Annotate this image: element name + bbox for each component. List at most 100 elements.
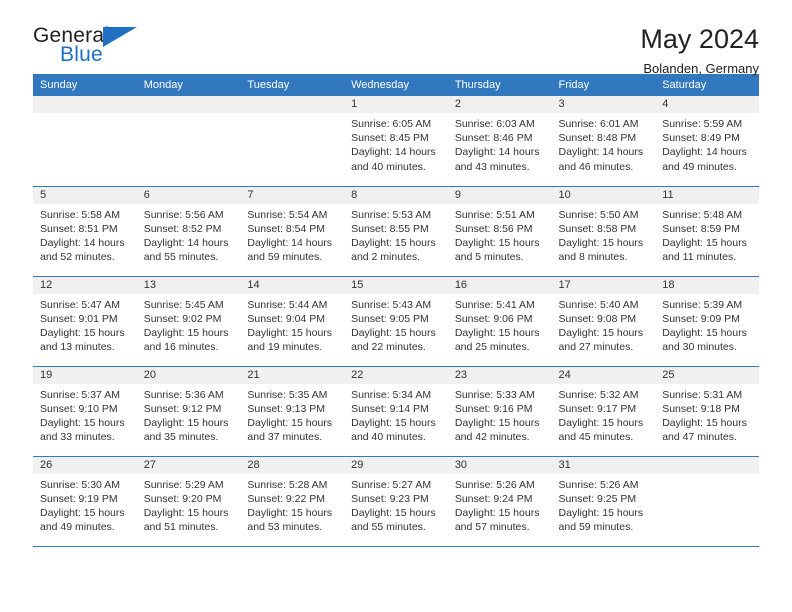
day-cell: 11 Sunrise: 5:48 AM Sunset: 8:59 PM Dayligh… (655, 186, 759, 276)
daylight-text-line1: Daylight: 15 hours (454, 416, 540, 429)
day-sun-info: Sunrise: 5:47 AM Sunset: 9:01 PM Daylight:… (33, 294, 137, 355)
day-number: 11 (655, 186, 759, 204)
daylight-text-line2: and 16 minutes. (143, 341, 219, 354)
general-blue-logo[interactable]: General Blue (33, 24, 153, 70)
sunrise-text: Sunrise: 5:47 AM (40, 298, 120, 311)
calendar-day-cell[interactable]: 3 Sunrise: 6:01 AM Sunset: 8:48 PM Daylight… (551, 96, 656, 187)
sunrise-text: Sunrise: 5:41 AM (454, 298, 535, 311)
calendar-day-cell[interactable]: 4 Sunrise: 5:59 AM Sunset: 8:49 PM Daylight… (655, 96, 759, 187)
page-title: May 2024 (640, 24, 759, 54)
weekday-header-thursday: Thursday (447, 74, 552, 96)
day-cell: 18 Sunrise: 5:39 AM Sunset: 9:09 PM Dayligh… (655, 276, 759, 366)
daylight-text-line2: and 55 minutes. (143, 251, 219, 264)
daylight-text-line1: Daylight: 15 hours (351, 326, 436, 339)
daylight-text-line1: Daylight: 14 hours (351, 146, 436, 159)
daylight-text-line1: Daylight: 15 hours (247, 506, 333, 519)
day-number: 18 (655, 276, 759, 294)
sunrise-text: Sunrise: 5:32 AM (558, 388, 639, 401)
calendar-day-cell[interactable]: 31 Sunrise: 5:26 AM Sunset: 9:25 PM Dayligh… (551, 456, 656, 547)
calendar-day-cell[interactable]: 2 Sunrise: 6:03 AM Sunset: 8:46 PM Daylight… (447, 96, 552, 187)
weekday-header-monday: Monday (136, 74, 241, 96)
calendar-day-cell[interactable]: 14 Sunrise: 5:44 AM Sunset: 9:04 PM Dayligh… (240, 276, 345, 367)
calendar-day-cell[interactable]: 10 Sunrise: 5:50 AM Sunset: 8:58 PM Dayligh… (551, 186, 656, 277)
sunset-text: Sunset: 9:18 PM (662, 402, 740, 415)
calendar-day-cell[interactable]: 25 Sunrise: 5:31 AM Sunset: 9:18 PM Dayligh… (655, 366, 759, 457)
day-cell: 9 Sunrise: 5:51 AM Sunset: 8:56 PM Daylight… (447, 186, 552, 276)
calendar-day-cell[interactable]: 6 Sunrise: 5:56 AM Sunset: 8:52 PM Daylight… (136, 186, 241, 277)
daylight-text-line1: Daylight: 15 hours (558, 236, 644, 249)
daylight-text-line2: and 30 minutes. (662, 341, 737, 354)
calendar-day-cell[interactable]: 1 Sunrise: 6:05 AM Sunset: 8:45 PM Daylight… (344, 96, 448, 187)
calendar-day-cell[interactable]: 24 Sunrise: 5:32 AM Sunset: 9:17 PM Dayligh… (551, 366, 656, 457)
day-cell-empty (33, 96, 137, 186)
calendar-day-cell[interactable]: 5 Sunrise: 5:58 AM Sunset: 8:51 PM Daylight… (33, 186, 137, 277)
sunset-text: Sunset: 9:22 PM (247, 492, 326, 505)
sunset-text: Sunset: 9:08 PM (558, 312, 637, 325)
sunset-text: Sunset: 9:17 PM (558, 402, 637, 415)
weekday-header-wednesday: Wednesday (344, 74, 448, 96)
daylight-text-line2: and 37 minutes. (247, 431, 323, 444)
day-sun-info: Sunrise: 5:30 AM Sunset: 9:19 PM Daylight:… (33, 474, 137, 535)
calendar-day-cell[interactable]: 19 Sunrise: 5:37 AM Sunset: 9:10 PM Dayligh… (33, 366, 137, 457)
sunrise-text: Sunrise: 5:26 AM (454, 478, 535, 491)
day-sun-info: Sunrise: 5:27 AM Sunset: 9:23 PM Daylight:… (344, 474, 448, 535)
calendar-day-cell[interactable]: 30 Sunrise: 5:26 AM Sunset: 9:24 PM Dayligh… (447, 456, 552, 547)
day-sun-info: Sunrise: 5:56 AM Sunset: 8:52 PM Daylight:… (137, 204, 241, 265)
sunrise-text: Sunrise: 5:58 AM (40, 208, 120, 221)
calendar-day-cell[interactable]: 21 Sunrise: 5:35 AM Sunset: 9:13 PM Dayligh… (240, 366, 345, 457)
day-sun-info: Sunrise: 5:32 AM Sunset: 9:17 PM Daylight:… (552, 384, 656, 445)
day-cell: 10 Sunrise: 5:50 AM Sunset: 8:58 PM Dayligh… (551, 186, 656, 276)
day-number: 17 (551, 276, 656, 294)
sunrise-text: Sunrise: 5:44 AM (247, 298, 328, 311)
sunrise-text: Sunrise: 5:28 AM (247, 478, 328, 491)
day-sun-info: Sunrise: 5:34 AM Sunset: 9:14 PM Daylight:… (344, 384, 448, 445)
day-cell: 8 Sunrise: 5:53 AM Sunset: 8:55 PM Daylight… (344, 186, 448, 276)
day-cell: 21 Sunrise: 5:35 AM Sunset: 9:13 PM Dayligh… (240, 366, 345, 456)
calendar-page: General Blue May 2024 Bolanden, Germany … (0, 0, 792, 612)
calendar-day-cell[interactable]: 9 Sunrise: 5:51 AM Sunset: 8:56 PM Daylight… (447, 186, 552, 277)
calendar-day-cell[interactable]: 17 Sunrise: 5:40 AM Sunset: 9:08 PM Dayligh… (551, 276, 656, 367)
day-number: 4 (655, 96, 759, 113)
day-cell: 31 Sunrise: 5:26 AM Sunset: 9:25 PM Dayligh… (551, 456, 656, 546)
daylight-text-line1: Daylight: 15 hours (454, 236, 540, 249)
sunset-text: Sunset: 8:51 PM (40, 222, 118, 235)
calendar-day-cell[interactable]: 16 Sunrise: 5:41 AM Sunset: 9:06 PM Dayligh… (447, 276, 552, 367)
calendar-week-row: 12 Sunrise: 5:47 AM Sunset: 9:01 PM Dayligh… (33, 276, 759, 367)
sunset-text: Sunset: 8:48 PM (558, 132, 637, 145)
sunset-text: Sunset: 9:05 PM (351, 312, 429, 325)
calendar-day-cell[interactable]: 8 Sunrise: 5:53 AM Sunset: 8:55 PM Daylight… (344, 186, 448, 277)
day-sun-info: Sunrise: 5:37 AM Sunset: 9:10 PM Daylight:… (33, 384, 137, 445)
day-sun-info: Sunrise: 5:39 AM Sunset: 9:09 PM Daylight:… (655, 294, 759, 355)
calendar-day-cell[interactable]: 7 Sunrise: 5:54 AM Sunset: 8:54 PM Daylight… (240, 186, 345, 277)
calendar-day-cell[interactable]: 28 Sunrise: 5:28 AM Sunset: 9:22 PM Dayligh… (240, 456, 345, 547)
calendar-day-cell[interactable]: 22 Sunrise: 5:34 AM Sunset: 9:14 PM Dayligh… (344, 366, 448, 457)
calendar-day-cell[interactable]: 12 Sunrise: 5:47 AM Sunset: 9:01 PM Dayligh… (33, 276, 137, 367)
day-sun-info: Sunrise: 5:50 AM Sunset: 8:58 PM Daylight:… (552, 204, 656, 265)
calendar-day-cell[interactable]: 18 Sunrise: 5:39 AM Sunset: 9:09 PM Dayligh… (655, 276, 759, 367)
day-sun-info: Sunrise: 5:45 AM Sunset: 9:02 PM Daylight:… (137, 294, 241, 355)
day-number (655, 456, 759, 474)
day-number: 5 (33, 186, 137, 204)
calendar-day-cell[interactable]: 13 Sunrise: 5:45 AM Sunset: 9:02 PM Dayligh… (136, 276, 241, 367)
calendar-day-cell[interactable]: 29 Sunrise: 5:27 AM Sunset: 9:23 PM Dayligh… (344, 456, 448, 547)
day-cell-empty (240, 96, 345, 186)
calendar-day-cell[interactable]: 15 Sunrise: 5:43 AM Sunset: 9:05 PM Dayligh… (344, 276, 448, 367)
day-sun-info: Sunrise: 5:26 AM Sunset: 9:25 PM Daylight:… (552, 474, 656, 535)
calendar-day-cell[interactable]: 23 Sunrise: 5:33 AM Sunset: 9:16 PM Dayligh… (447, 366, 552, 457)
daylight-text-line1: Daylight: 15 hours (143, 326, 229, 339)
sunset-text: Sunset: 8:56 PM (454, 222, 533, 235)
calendar-day-cell[interactable]: 11 Sunrise: 5:48 AM Sunset: 8:59 PM Dayligh… (655, 186, 759, 277)
daylight-text-line2: and 11 minutes. (662, 251, 737, 264)
page-subtitle: Bolanden, Germany (643, 61, 759, 76)
calendar-day-cell[interactable]: 27 Sunrise: 5:29 AM Sunset: 9:20 PM Dayligh… (136, 456, 241, 547)
daylight-text-line1: Daylight: 15 hours (40, 326, 125, 339)
calendar-day-cell[interactable]: 26 Sunrise: 5:30 AM Sunset: 9:19 PM Dayligh… (33, 456, 137, 547)
day-number: 30 (447, 456, 552, 474)
day-number: 25 (655, 366, 759, 384)
day-sun-info: Sunrise: 5:33 AM Sunset: 9:16 PM Daylight:… (448, 384, 552, 445)
day-cell: 15 Sunrise: 5:43 AM Sunset: 9:05 PM Dayligh… (344, 276, 448, 366)
daylight-text-line2: and 43 minutes. (454, 160, 530, 173)
daylight-text-line1: Daylight: 15 hours (247, 326, 333, 339)
calendar-day-cell[interactable]: 20 Sunrise: 5:36 AM Sunset: 9:12 PM Dayligh… (136, 366, 241, 457)
day-cell: 20 Sunrise: 5:36 AM Sunset: 9:12 PM Dayligh… (136, 366, 241, 456)
